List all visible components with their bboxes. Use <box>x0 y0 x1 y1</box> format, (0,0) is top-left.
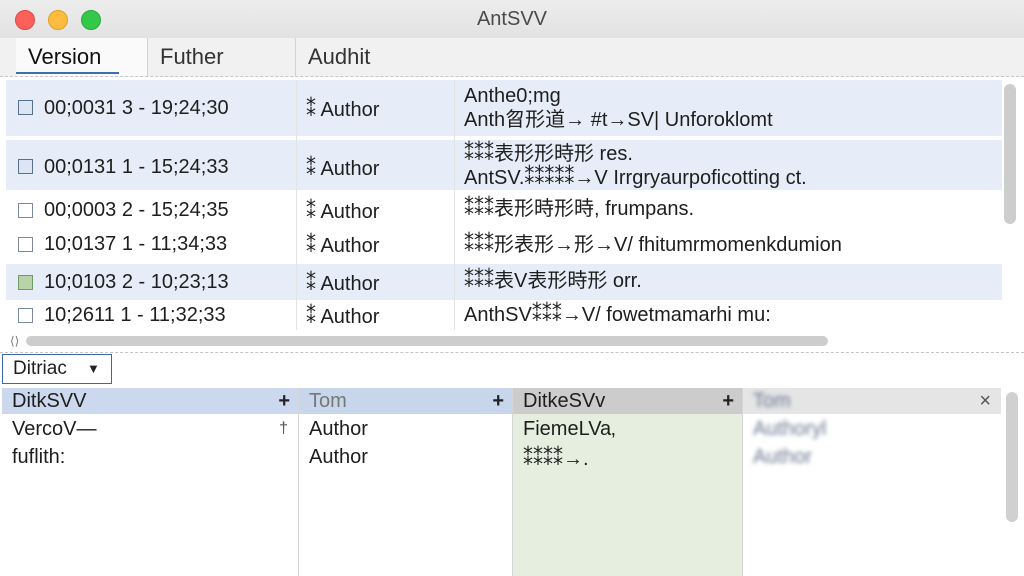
commit-message-line1: ⁑⁑⁑形表形→形→V/ fhitumrmomenkdumion <box>464 234 842 256</box>
row-checkbox[interactable] <box>18 237 33 252</box>
column-divider <box>454 80 455 330</box>
commit-author: ⁑ Author <box>306 201 380 223</box>
table-row[interactable]: 00;0131 1 - 15;24;33 ⁑ Author ⁑⁑⁑表形形時形 r… <box>6 140 1002 190</box>
panel-header[interactable]: Tom + <box>299 388 512 414</box>
horizontal-scrollbar[interactable] <box>26 336 828 346</box>
table-row[interactable]: 10;0137 1 - 11;34;33 ⁑ Author ⁑⁑⁑形表形→形→V… <box>6 228 1002 262</box>
panel-header[interactable]: DitkeSVv + <box>513 388 742 414</box>
pin-icon[interactable]: † <box>279 420 288 438</box>
commit-list: 00;0031 3 - 19;24;30 ⁑ Author Anthe0;mg … <box>6 80 1002 330</box>
list-item[interactable]: Authoryl <box>753 418 826 441</box>
tab-version[interactable]: Version <box>16 38 148 76</box>
scroll-left-icon[interactable]: ⟨⟩ <box>10 334 19 348</box>
details-panel-3: DitkeSVv + FiemeLVa‚ ⁑⁑⁑⁑→. <box>513 388 743 576</box>
list-item[interactable]: ⁑⁑⁑⁑→. <box>523 446 589 471</box>
add-icon[interactable]: + <box>492 388 504 414</box>
details-panel-2: Tom + Author Author <box>299 388 513 576</box>
close-icon[interactable]: × <box>979 388 991 414</box>
commit-author: ⁑ Author <box>306 235 380 257</box>
details-panel-1: DitkSVV + VercoV— † fuflith: <box>2 388 299 576</box>
table-row[interactable]: 00;0003 2 - 15;24;35 ⁑ Author ⁑⁑⁑表形時形時, … <box>6 192 1002 228</box>
commit-author: ⁑ Author <box>306 158 380 180</box>
commit-date: 00;0131 1 - 15;24;33 <box>44 156 229 178</box>
commit-message-line1: ⁑⁑⁑表形形時形 res. <box>464 143 633 165</box>
column-divider <box>296 80 297 330</box>
table-row[interactable]: 00;0031 3 - 19;24;30 ⁑ Author Anthe0;mg … <box>6 80 1002 136</box>
commit-date: 10;0103 2 - 10;23;13 <box>44 271 229 293</box>
commit-message-line2: Anth曶形道→ #t→SV| Unforoklomt <box>464 109 773 131</box>
title-bar: AntSVV <box>0 0 1024 39</box>
list-item[interactable]: Author <box>309 418 368 441</box>
add-icon[interactable]: + <box>722 388 734 414</box>
commit-message-line1: Anthe0;mg <box>464 85 561 107</box>
panel-title: Tom <box>309 390 347 412</box>
commit-date: 10;2611 1 - 11;32;33 <box>44 304 226 326</box>
list-item[interactable]: VercoV— <box>12 418 96 441</box>
panel-header[interactable]: Tom × <box>743 388 1001 414</box>
pane-splitter[interactable] <box>0 352 1024 353</box>
tab-futher[interactable]: Futher <box>148 38 296 76</box>
tab-audhit[interactable]: Audhit <box>296 38 496 76</box>
commit-author: ⁑ Author <box>306 273 380 295</box>
commit-author: ⁑ Author <box>306 306 380 328</box>
chevron-down-icon: ▼ <box>87 361 100 376</box>
commit-message-line1: AnthSV⁑⁑⁑→V/ fowetmamarhi mu: <box>464 304 771 326</box>
filter-dropdown[interactable]: Ditriac ▼ <box>2 354 112 384</box>
details-panel-4: Tom × Authoryl Author <box>743 388 1001 576</box>
row-checkbox[interactable] <box>18 203 33 218</box>
column-tab-bar: Version Futher Audhit <box>0 38 1024 77</box>
commit-date: 00;0031 3 - 19;24;30 <box>44 97 229 119</box>
panel-title: Tom <box>753 390 791 412</box>
table-row[interactable]: 10;2611 1 - 11;32;33 ⁑ Author AnthSV⁑⁑⁑→… <box>6 300 1002 330</box>
row-checkbox[interactable] <box>18 159 33 174</box>
commit-date: 10;0137 1 - 11;34;33 <box>44 233 228 255</box>
list-item[interactable]: Author <box>753 446 812 469</box>
table-row[interactable]: 10;0103 2 - 10;23;13 ⁑ Author ⁑⁑⁑表V表形時形 … <box>6 264 1002 300</box>
add-icon[interactable]: + <box>278 388 290 414</box>
commit-message-line2: AntSV.⁑⁑⁑⁑⁑→V Irrgryaurpoficotting ct. <box>464 167 807 189</box>
list-item[interactable]: FiemeLVa‚ <box>523 418 616 441</box>
commit-message-line1: ⁑⁑⁑表V表形時形 orr. <box>464 270 642 292</box>
panel-title: DitkSVV <box>12 390 87 412</box>
panel-title: DitkeSVv <box>523 390 606 412</box>
panel-header[interactable]: DitkSVV + <box>2 388 298 414</box>
row-checkbox[interactable] <box>18 275 33 290</box>
commit-message-line1: ⁑⁑⁑表形時形時, frumpans. <box>464 198 695 220</box>
filter-dropdown-label: Ditriac <box>13 358 67 379</box>
row-checkbox[interactable] <box>18 100 33 115</box>
commit-author: ⁑ Author <box>306 99 380 121</box>
window-title: AntSVV <box>476 8 548 30</box>
row-checkbox[interactable] <box>18 308 33 323</box>
list-item[interactable]: Author <box>309 446 368 469</box>
commit-date: 00;0003 2 - 15;24;35 <box>44 199 229 221</box>
vertical-scrollbar[interactable] <box>1004 84 1016 224</box>
list-item[interactable]: fuflith: <box>12 446 65 469</box>
vertical-scrollbar[interactable] <box>1006 392 1018 522</box>
